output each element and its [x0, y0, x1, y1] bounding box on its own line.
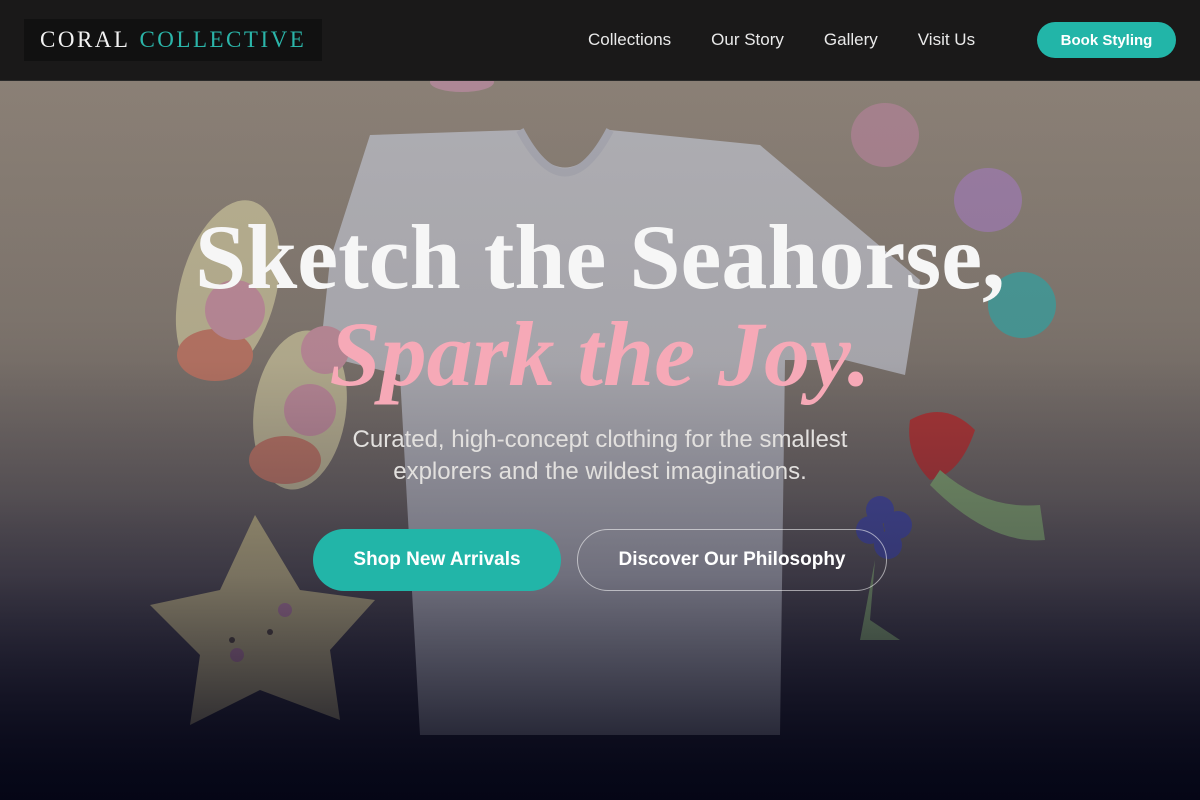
top-navbar: CORAL COLLECTIVE Collections Our Story G…	[0, 0, 1200, 81]
hero-section: Sketch the Seahorse, Spark the Joy. Cura…	[0, 0, 1200, 800]
brand-name-accent: COLLECTIVE	[139, 27, 307, 52]
brand-logo[interactable]: CORAL COLLECTIVE	[24, 19, 323, 61]
hero-headline-line-2: Spark the Joy.	[329, 303, 871, 405]
nav-link-visit-us[interactable]: Visit Us	[918, 30, 975, 50]
hero-headline-line-1: Sketch the Seahorse,	[194, 206, 1006, 308]
nav-link-collections[interactable]: Collections	[588, 30, 671, 50]
brand-name-primary: CORAL	[40, 27, 131, 52]
shop-new-arrivals-button[interactable]: Shop New Arrivals	[313, 529, 561, 591]
hero-subtitle: Curated, high-concept clothing for the s…	[352, 426, 848, 485]
landing-page: CORAL COLLECTIVE Collections Our Story G…	[0, 0, 1200, 800]
discover-philosophy-button[interactable]: Discover Our Philosophy	[577, 529, 887, 591]
primary-nav: Collections Our Story Gallery Visit Us	[588, 0, 1015, 80]
book-styling-button[interactable]: Book Styling	[1037, 22, 1176, 58]
nav-link-our-story[interactable]: Our Story	[711, 30, 784, 50]
nav-link-gallery[interactable]: Gallery	[824, 30, 878, 50]
